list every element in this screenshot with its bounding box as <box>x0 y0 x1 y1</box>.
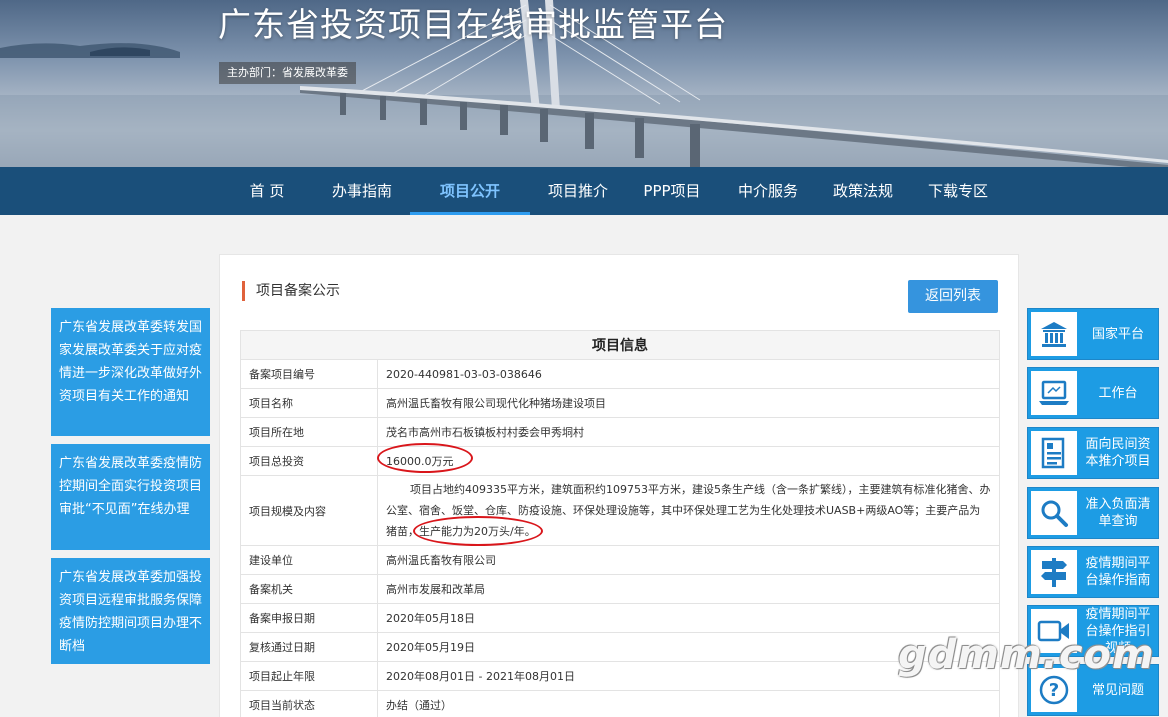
nav-item-project-promotion[interactable]: 项目推介 <box>538 167 618 215</box>
government-building-icon <box>1031 312 1077 356</box>
row-value-tail: 生产能力为20万头/年。 <box>419 525 536 538</box>
sidebar-private-capital[interactable]: 面向民间资本推介项目 <box>1027 427 1159 479</box>
header-banner: 广东省投资项目在线审批监管平台 主办部门：省发展改革委 <box>0 0 1168 167</box>
row-value: 办结（通过） <box>377 690 1000 717</box>
sidebar-label: 国家平台 <box>1091 326 1144 342</box>
row-label: 备案项目编号 <box>240 359 378 389</box>
document-list-icon <box>1031 431 1077 475</box>
site-title: 广东省投资项目在线审批监管平台 <box>218 5 728 44</box>
row-label: 项目名称 <box>240 388 378 418</box>
row-label: 项目总投资 <box>240 446 378 476</box>
row-value: 高州市发展和改革局 <box>377 574 1000 604</box>
row-value-cell: 项目占地约409335平方米，建筑面积约109753平方米，建设5条生产线（含一… <box>377 475 1000 546</box>
section-title: 项目备案公示 <box>242 281 340 301</box>
table-row: 复核通过日期 2020年05月19日 <box>240 632 1000 662</box>
row-label: 建设单位 <box>240 545 378 575</box>
nav-item-home[interactable]: 首 页 <box>236 167 298 215</box>
row-label: 项目当前状态 <box>240 690 378 717</box>
sidebar-national-platform[interactable]: 国家平台 <box>1027 308 1159 360</box>
row-value: 16000.0万元 <box>386 454 454 468</box>
nav-item-ppp[interactable]: PPP项目 <box>632 167 712 215</box>
row-label: 项目起止年限 <box>240 661 378 691</box>
row-label: 项目规模及内容 <box>240 475 378 546</box>
row-value: 高州温氏畜牧有限公司 <box>377 545 1000 575</box>
table-title: 项目信息 <box>240 330 1000 360</box>
row-value: 高州温氏畜牧有限公司现代化种猪场建设项目 <box>377 388 1000 418</box>
row-label: 复核通过日期 <box>240 632 378 662</box>
table-row: 备案项目编号 2020-440981-03-03-038646 <box>240 359 1000 389</box>
sidebar-workbench[interactable]: 工作台 <box>1027 367 1159 419</box>
nav-item-guide[interactable]: 办事指南 <box>322 167 402 215</box>
main-nav: 首 页 办事指南 项目公开 项目推介 PPP项目 中介服务 政策法规 下载专区 <box>0 167 1168 215</box>
nav-item-policy[interactable]: 政策法规 <box>823 167 903 215</box>
table-row: 建设单位 高州温氏畜牧有限公司 <box>240 545 1000 575</box>
svg-text:?: ? <box>1049 680 1059 701</box>
nav-item-project-public[interactable]: 项目公开 <box>410 167 530 215</box>
project-info-table: 项目信息 备案项目编号 2020-440981-03-03-038646 项目名… <box>240 330 1000 717</box>
row-value: 2020-440981-03-03-038646 <box>377 359 1000 389</box>
table-row: 项目总投资 16000.0万元 <box>240 442 1000 476</box>
row-label: 备案申报日期 <box>240 603 378 633</box>
sidebar-label: 面向民间资本推介项目 <box>1085 437 1151 469</box>
table-row: 项目起止年限 2020年08月01日 - 2021年08月01日 <box>240 661 1000 691</box>
table-row: 项目当前状态 办结（通过） <box>240 690 1000 717</box>
watermark: gdmm.com <box>898 632 1155 678</box>
sidebar-label: 疫情期间平台操作指南 <box>1085 556 1151 588</box>
row-label: 备案机关 <box>240 574 378 604</box>
news-item-3[interactable]: 广东省发展改革委加强投资项目远程审批服务保障疫情防控期间项目办理不断档 <box>51 558 210 664</box>
sidebar-negative-list[interactable]: 准入负面清单查询 <box>1027 487 1159 539</box>
table-row: 项目规模及内容 项目占地约409335平方米，建筑面积约109753平方米，建设… <box>240 475 1000 546</box>
nav-item-download[interactable]: 下载专区 <box>918 167 998 215</box>
sidebar-epidemic-guide[interactable]: 疫情期间平台操作指南 <box>1027 546 1159 598</box>
row-value: 2020年05月18日 <box>377 603 1000 633</box>
laptop-icon <box>1031 371 1077 415</box>
sidebar-label: 工作台 <box>1098 385 1138 401</box>
news-item-1[interactable]: 广东省发展改革委转发国家发展改革委关于应对疫情进一步深化改革做好外资项目有关工作… <box>51 308 210 436</box>
signpost-icon <box>1031 550 1077 594</box>
nav-item-intermediary[interactable]: 中介服务 <box>728 167 808 215</box>
back-to-list-button[interactable]: 返回列表 <box>908 280 998 313</box>
row-value-cell: 16000.0万元 <box>377 442 1000 476</box>
row-value: 茂名市高州市石板镇板村村委会甲秀垌村 <box>377 417 1000 447</box>
news-item-2[interactable]: 广东省发展改革委疫情防控期间全面实行投资项目审批“不见面”在线办理 <box>51 444 210 550</box>
table-row: 项目所在地 茂名市高州市石板镇板村村委会甲秀垌村 <box>240 417 1000 447</box>
table-row: 备案申报日期 2020年05月18日 <box>240 603 1000 633</box>
capacity-annotated: 生产能力为20万头/年。 <box>413 516 543 546</box>
total-investment-annotated: 16000.0万元 <box>377 442 473 473</box>
table-row: 备案机关 高州市发展和改革局 <box>240 574 1000 604</box>
search-icon <box>1031 491 1077 535</box>
sidebar-label: 准入负面清单查询 <box>1085 497 1151 529</box>
row-label: 项目所在地 <box>240 417 378 447</box>
table-row: 项目名称 高州温氏畜牧有限公司现代化种猪场建设项目 <box>240 388 1000 418</box>
sponsor-label: 主办部门：省发展改革委 <box>219 62 356 84</box>
